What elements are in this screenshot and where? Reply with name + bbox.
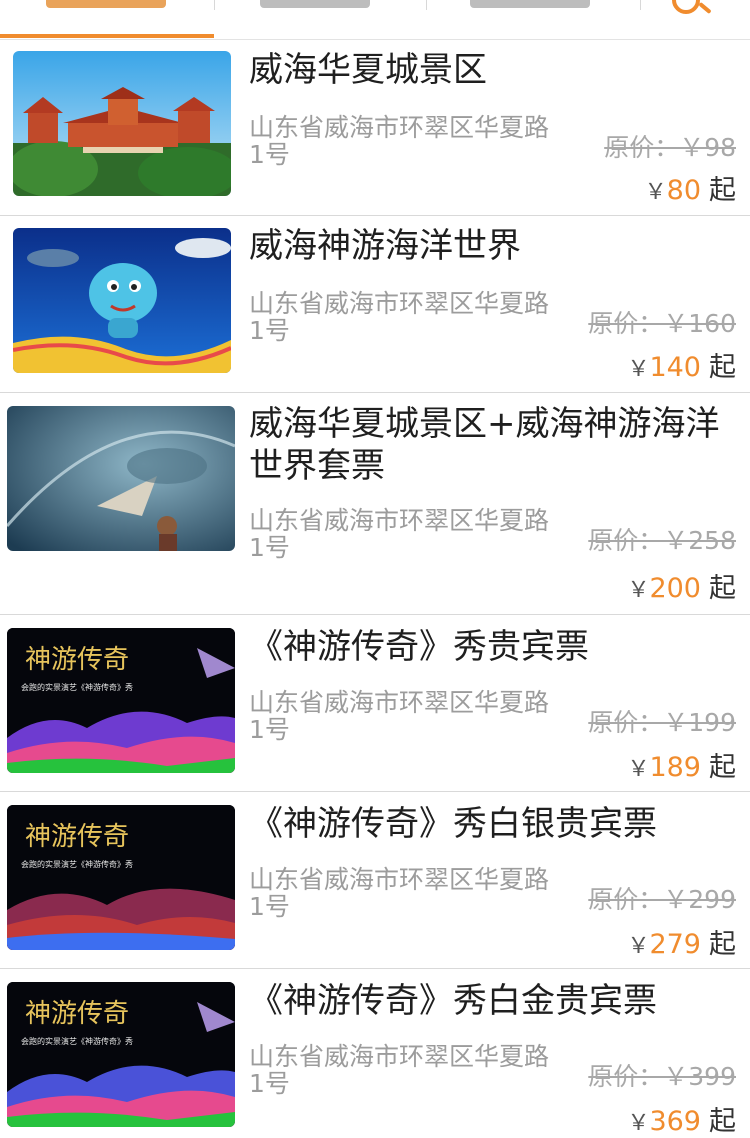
list-item[interactable]: 威海华夏城景区 山东省威海市环翠区华夏路1号 原价：￥98 ￥80 起 <box>0 40 750 216</box>
item-thumbnail <box>7 406 235 551</box>
item-title: 威海华夏城景区 <box>249 50 487 90</box>
current-price: ￥200 起 <box>627 573 736 604</box>
original-price: 原价：￥98 <box>604 133 736 162</box>
thumbnail-logo-text: 神游传奇 <box>25 822 129 852</box>
current-price: ￥140 起 <box>627 352 736 383</box>
ticket-list: 威海华夏城景区 山东省威海市环翠区华夏路1号 原价：￥98 ￥80 起 威海神游海… <box>0 40 750 1137</box>
item-title: 威海华夏城景区+威海神游海洋世界套票 <box>249 404 720 486</box>
thumbnail-caption: 会跑的实景演艺《神游传奇》秀 <box>21 859 133 869</box>
current-price: ￥80 起 <box>644 175 736 206</box>
item-thumbnail: 神游传奇 会跑的实景演艺《神游传奇》秀 <box>7 982 235 1127</box>
list-item[interactable]: 威海神游海洋世界 山东省威海市环翠区华夏路1号 原价：￥160 ￥140 起 <box>0 216 750 393</box>
item-address: 山东省威海市环翠区华夏路1号 <box>249 506 550 562</box>
thumbnail-logo-text: 神游传奇 <box>25 645 129 675</box>
tab-2[interactable] <box>214 0 426 38</box>
original-price: 原价：￥299 <box>588 885 736 914</box>
list-item[interactable]: 神游传奇 会跑的实景演艺《神游传奇》秀 《神游传奇》秀白银贵宾票 山东省威海市环… <box>0 792 750 969</box>
list-item[interactable]: 神游传奇 会跑的实景演艺《神游传奇》秀 《神游传奇》秀白金贵宾票 山东省威海市环… <box>0 969 750 1137</box>
original-price: 原价：￥399 <box>588 1062 736 1091</box>
list-item[interactable]: 神游传奇 会跑的实景演艺《神游传奇》秀 《神游传奇》秀贵宾票 山东省威海市环翠区… <box>0 615 750 792</box>
thumbnail-caption: 会跑的实景演艺《神游传奇》秀 <box>21 1036 133 1046</box>
original-price: 原价：￥258 <box>588 526 736 555</box>
thumbnail-logo-text: 神游传奇 <box>25 999 129 1029</box>
item-address: 山东省威海市环翠区华夏路1号 <box>249 113 550 169</box>
item-title: 《神游传奇》秀白金贵宾票 <box>249 981 657 1021</box>
item-address: 山东省威海市环翠区华夏路1号 <box>249 865 550 921</box>
item-address: 山东省威海市环翠区华夏路1号 <box>249 1042 550 1098</box>
item-title: 威海神游海洋世界 <box>249 226 521 266</box>
current-price: ￥279 起 <box>627 929 736 960</box>
list-item[interactable]: 威海华夏城景区+威海神游海洋世界套票 山东省威海市环翠区华夏路1号 原价：￥25… <box>0 393 750 615</box>
thumbnail-caption: 会跑的实景演艺《神游传奇》秀 <box>21 682 133 692</box>
item-thumbnail: 神游传奇 会跑的实景演艺《神游传奇》秀 <box>7 805 235 950</box>
original-price: 原价：￥199 <box>588 708 736 737</box>
current-price: ￥369 起 <box>627 1106 736 1137</box>
item-address: 山东省威海市环翠区华夏路1号 <box>249 289 550 345</box>
search-button[interactable] <box>640 0 750 38</box>
tab-3[interactable] <box>426 0 640 38</box>
item-title: 《神游传奇》秀贵宾票 <box>249 627 589 667</box>
item-thumbnail <box>13 228 231 373</box>
top-tab-bar <box>0 0 750 40</box>
item-address: 山东省威海市环翠区华夏路1号 <box>249 688 550 744</box>
tab-1[interactable] <box>0 0 214 38</box>
item-title: 《神游传奇》秀白银贵宾票 <box>249 804 657 844</box>
current-price: ￥189 起 <box>627 752 736 783</box>
search-icon <box>672 0 700 14</box>
item-thumbnail <box>13 51 231 196</box>
item-thumbnail: 神游传奇 会跑的实景演艺《神游传奇》秀 <box>7 628 235 773</box>
original-price: 原价：￥160 <box>588 309 736 338</box>
